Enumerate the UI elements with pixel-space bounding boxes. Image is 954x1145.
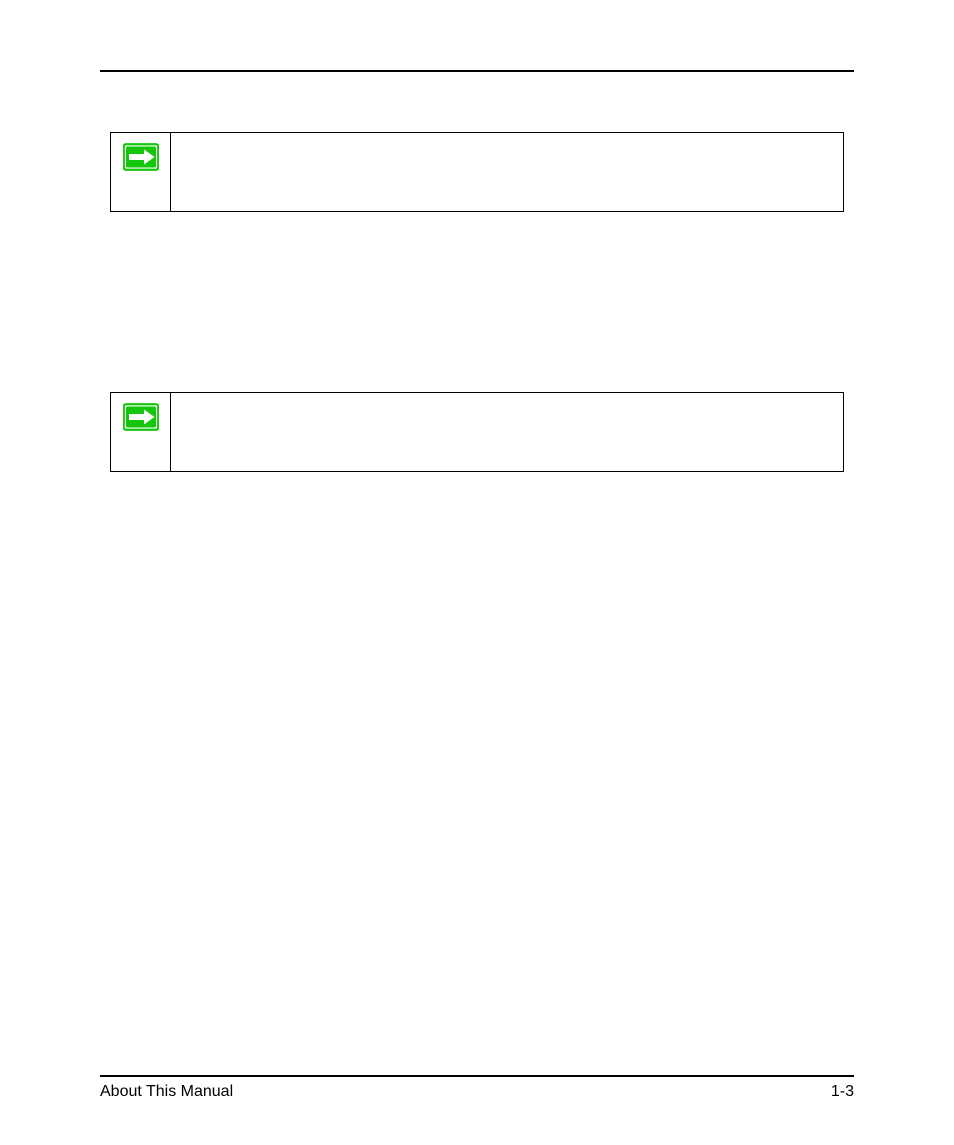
page-footer: About This Manual 1-3 — [100, 1075, 854, 1101]
note-box-1 — [110, 132, 844, 212]
note-text — [171, 133, 843, 211]
note-box-2 — [110, 392, 844, 472]
arrow-right-icon — [123, 403, 159, 431]
top-horizontal-rule — [100, 70, 854, 72]
arrow-right-icon — [123, 143, 159, 171]
note-text — [171, 393, 843, 471]
spacer — [100, 272, 854, 392]
note-icon-cell — [111, 393, 171, 471]
footer-left-text: About This Manual — [100, 1083, 233, 1101]
footer-page-number: 1-3 — [831, 1083, 854, 1101]
note-icon-cell — [111, 133, 171, 211]
footer-horizontal-rule — [100, 1075, 854, 1077]
footer-row: About This Manual 1-3 — [100, 1083, 854, 1101]
page: About This Manual 1-3 — [0, 0, 954, 1145]
